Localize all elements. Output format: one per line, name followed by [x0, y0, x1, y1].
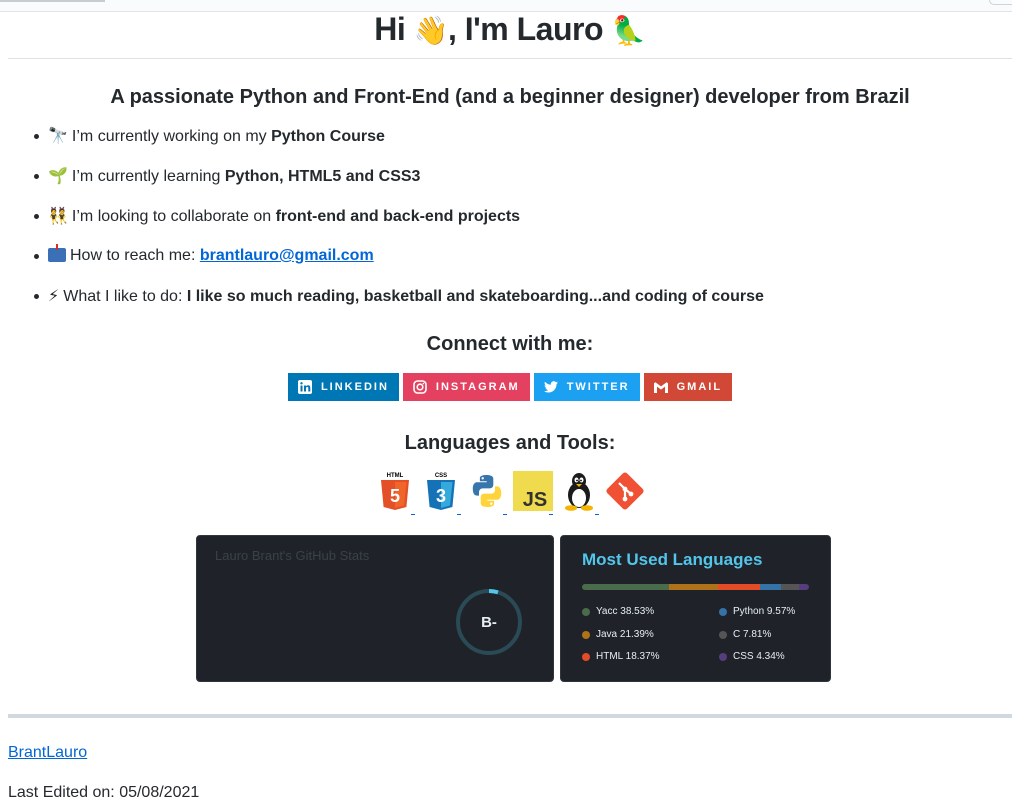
css3-icon[interactable]: CSS 3 [421, 471, 461, 515]
link-underline [411, 514, 415, 515]
most-used-languages-card[interactable]: Most Used Languages Yacc 38.53% Java 21.… [560, 535, 831, 682]
title-name: , I'm Lauro [447, 11, 612, 47]
linux-icon[interactable] [559, 471, 599, 515]
list-item: 👯 I’m looking to collaborate on front-end… [34, 201, 948, 241]
legend-item-python: Python 9.57% [719, 606, 795, 617]
twitter-badge[interactable]: TWITTER [533, 373, 640, 401]
legend-label: CSS 4.34% [733, 651, 785, 662]
list-item: ⚡ What I like to do: I like so much readi… [34, 281, 948, 321]
seedling-icon: 🌱 [48, 166, 68, 185]
css3-badge: 3 [436, 486, 446, 506]
linkedin-label: LINKEDIN [320, 381, 389, 393]
legend-dot [582, 607, 590, 616]
css3-label: CSS [435, 473, 447, 479]
link-underline [503, 514, 507, 515]
tab-indicator [0, 0, 105, 2]
bar-segment-java [669, 584, 718, 590]
linkedin-badge[interactable]: LINKEDIN [287, 373, 399, 401]
gmail-label: GMAIL [676, 381, 723, 393]
gmail-badge[interactable]: GMAIL [643, 373, 733, 401]
legend-item-c: C 7.81% [719, 629, 771, 640]
item-text: How to reach me: [70, 247, 200, 264]
list-item: 🌱 I’m currently learning Python, HTML5 an… [34, 161, 948, 201]
legend-label: HTML 18.37% [596, 651, 660, 662]
bar-segment-c [781, 584, 800, 590]
link-underline [457, 514, 461, 515]
parrot-icon: 🦜 [611, 14, 646, 47]
legend-item-css: CSS 4.34% [719, 651, 785, 662]
item-text: I’m looking to collaborate on [71, 208, 276, 225]
legend-dot [719, 607, 727, 616]
legend-dot [719, 652, 727, 661]
legend-label: Python 9.57% [733, 606, 796, 617]
html5-label: HTML [387, 473, 404, 479]
python-icon[interactable] [467, 471, 507, 515]
twitter-icon [543, 380, 558, 394]
item-text: I’m currently learning [71, 168, 225, 185]
connect-heading: Connect with me: [426, 333, 594, 355]
legend-dot [582, 630, 590, 639]
javascript-badge: JS [523, 489, 547, 511]
link-underline [595, 514, 599, 515]
grade-ring: B- [456, 589, 522, 655]
item-bold-text: front-end and back-end projects [275, 208, 521, 225]
subtitle: A passionate Python and Front-End (and a… [110, 86, 910, 108]
html5-icon[interactable]: HTML 5 [375, 471, 415, 515]
item-bold-text: Python Course [271, 128, 385, 145]
language-progress-bar [582, 584, 809, 590]
linkedin-icon [297, 380, 312, 394]
page-title: Hi 👋, I'm Lauro 🦜 [8, 10, 1012, 50]
title-divider [8, 58, 1012, 59]
grade-text: B- [481, 614, 497, 631]
instagram-label: INSTAGRAM [435, 381, 520, 393]
list-item: How to reach me: brantlauro@gmail.com [34, 241, 948, 281]
telescope-icon: 🔭 [48, 126, 68, 145]
last-edited-text: Last Edited on: 05/08/2021 [8, 784, 200, 801]
stats-card-title: Lauro Brant's GitHub Stats [215, 548, 370, 563]
lightning-icon: ⚡ [48, 286, 60, 305]
profile-link[interactable]: BrantLauro [8, 744, 87, 762]
bar-segment-python [759, 584, 782, 590]
languages-heading: Languages and Tools: [404, 432, 616, 454]
legend-label: Yacc 38.53% [596, 606, 655, 617]
html5-badge: 5 [390, 486, 400, 506]
legend-dot [582, 652, 590, 661]
footer-divider [8, 714, 1012, 718]
tools-row: HTML 5 CSS 3 JS [0, 471, 1012, 515]
item-text: What I like to do: [63, 288, 187, 305]
title-greeting: Hi [374, 11, 414, 47]
list-item: 🔭 I’m currently working on my Python Cour… [34, 121, 948, 161]
item-bold-text: I like so much reading, basketball and s… [186, 288, 764, 305]
link-underline [549, 514, 553, 515]
window-corner [989, 0, 1012, 5]
wave-icon: 👋 [413, 14, 449, 47]
intro-list: 🔭 I’m currently working on my Python Cour… [8, 121, 948, 321]
legend-item-java: Java 21.39% [582, 629, 654, 640]
git-icon[interactable] [605, 471, 645, 511]
github-stats-card[interactable]: Lauro Brant's GitHub Stats B- [196, 535, 554, 682]
javascript-icon[interactable]: JS [513, 471, 553, 515]
twitter-label: TWITTER [566, 381, 630, 393]
langs-card-title: Most Used Languages [582, 550, 763, 569]
item-text: I’m currently working on my [71, 128, 272, 145]
social-badges: LINKEDIN INSTAGRAM TWITTER GMAIL [0, 373, 1012, 401]
legend-label: Java 21.39% [596, 629, 654, 640]
legend-item-yacc: Yacc 38.53% [582, 606, 654, 617]
bar-segment-yacc [582, 584, 670, 590]
gmail-icon [653, 380, 668, 394]
email-link[interactable]: brantlauro@gmail.com [200, 247, 374, 264]
item-bold-text: Python, HTML5 and CSS3 [224, 168, 421, 185]
legend-item-html: HTML 18.37% [582, 651, 660, 662]
instagram-badge[interactable]: INSTAGRAM [402, 373, 530, 401]
dancers-icon: 👯 [48, 206, 68, 225]
mailbox-icon [48, 244, 66, 262]
bar-segment-html [718, 584, 760, 590]
legend-label: C 7.81% [733, 629, 772, 640]
legend-dot [719, 630, 727, 639]
instagram-icon [413, 380, 427, 394]
bar-segment-css [799, 584, 809, 590]
